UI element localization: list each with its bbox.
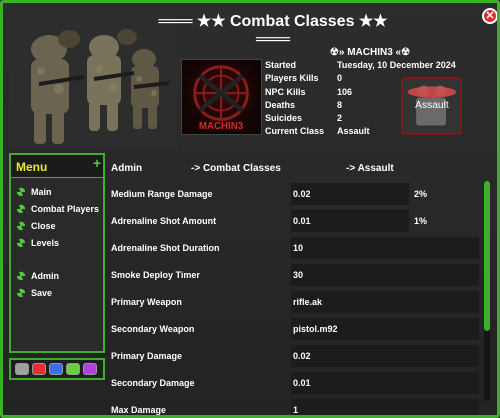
setting-label: Secondary Damage [111,378,195,388]
setting-input[interactable] [291,399,479,415]
menu-item-label: Levels [31,238,60,248]
stat-row: Started Tuesday, 10 December 2024 [265,60,465,73]
settings-row: Smoke Deploy Timer 30 [109,262,481,287]
player-avatar: MACHIN3 [181,59,262,135]
class-badge-text: Assault [415,100,449,111]
menu-title: Menu [16,160,48,174]
color-swatches [9,358,105,380]
setting-label: Secondary Weapon [111,324,195,334]
settings-row: Adrenaline Shot Duration 10 [109,235,481,260]
swatch-green[interactable] [66,363,80,375]
settings-row: Primary Damage 0.02 [109,343,481,368]
avatar-text: MACHIN3 [199,121,244,132]
stat-key: Suicides [265,113,303,124]
setting-percent: 1% [414,216,428,226]
breadcrumb-assault: -> Assault [346,163,394,174]
combat-classes-window: ═══ ★★ Combat Classes ★★ ═══ ✕ MACHIN3 ☢… [0,0,500,418]
setting-label: Primary Damage [111,351,183,361]
soldiers-image [9,9,177,149]
setting-value: rifle.ak [293,297,323,307]
stat-key: Deaths [265,99,296,110]
settings-row: Secondary Weapon pistol.m92 [109,316,481,341]
radiation-icon [16,288,26,298]
menu-item-save[interactable]: Save [16,287,102,301]
setting-label: Medium Range Damage [111,189,213,199]
setting-input[interactable] [291,237,479,259]
setting-value: 0.02 [293,189,311,199]
setting-value: 0.01 [293,378,311,388]
setting-label: Adrenaline Shot Amount [111,216,217,226]
radiation-icon [16,204,26,214]
breadcrumb: Admin -> Combat Classes -> Assault [111,163,479,179]
scrollbar[interactable] [484,181,490,401]
class-badge: Assault [401,77,462,135]
setting-input[interactable] [291,372,479,394]
menu-item-combat-players[interactable]: Combat Players [16,203,102,217]
setting-percent: 2% [414,189,428,199]
settings-row: Secondary Damage 0.01 [109,370,481,395]
stat-key: Current Class [265,126,325,137]
settings-row: Medium Range Damage 0.02 2% [109,181,481,206]
setting-input[interactable] [291,264,479,286]
stat-key: Players Kills [265,73,319,84]
stat-key: Started [265,60,297,70]
menu-item-close[interactable]: Close [16,220,102,234]
radiation-icon [16,271,26,281]
setting-value: 0.01 [293,216,311,226]
stat-value: 106 [337,86,353,97]
settings-row: Adrenaline Shot Amount 0.01 1% [109,208,481,233]
swatch-gray[interactable] [15,363,29,375]
stat-value: 0 [337,73,343,84]
menu-header: Menu + [11,155,103,178]
stat-value: 8 [337,99,343,110]
stat-value: Assault [337,126,370,137]
setting-label: Primary Weapon [111,297,182,307]
menu-item-label: Admin [31,271,59,281]
menu-item-main[interactable]: Main [16,186,102,200]
setting-label: Adrenaline Shot Duration [111,243,220,253]
setting-value: 10 [293,243,304,253]
window-title: ═══ ★★ Combat Classes ★★ ═══ [158,13,388,48]
setting-value: 1 [293,405,299,415]
menu-item-admin[interactable]: Admin [16,270,102,284]
radiation-icon [16,187,26,197]
menu-item-levels[interactable]: Levels [16,237,102,251]
menu-item-label: Close [31,221,56,231]
breadcrumb-combat-classes[interactable]: -> Combat Classes [191,163,281,174]
setting-value: 0.02 [293,351,311,361]
stat-key: NPC Kills [265,86,306,97]
swatch-blue[interactable] [49,363,63,375]
menu-item-label: Combat Players [31,204,100,214]
menu-item-label: Save [31,288,53,298]
radiation-icon [16,221,26,231]
settings-list: Medium Range Damage 0.02 2% Adrenaline S… [109,181,481,415]
breadcrumb-admin[interactable]: Admin [111,163,142,174]
menu-item-label: Main [31,187,52,197]
setting-label: Max Damage [111,405,167,415]
setting-value: 30 [293,270,304,280]
player-name: ☢» MACHIN3 «☢ [329,47,411,58]
menu-add-button[interactable]: + [93,155,101,171]
setting-input[interactable] [291,345,479,367]
setting-value: pistol.m92 [293,324,338,334]
close-button[interactable]: ✕ [482,8,497,24]
stat-value: 2 [337,113,343,124]
settings-row: Max Damage 1 [109,397,481,415]
side-menu: Menu + Main Combat Players Close Levels … [9,153,105,353]
scroll-thumb[interactable] [484,181,490,331]
settings-row: Primary Weapon rifle.ak [109,289,481,314]
swatch-purple[interactable] [83,363,97,375]
swatch-red[interactable] [32,363,46,375]
radiation-icon [16,238,26,248]
stat-value: Tuesday, 10 December 2024 [337,60,456,70]
setting-label: Smoke Deploy Timer [111,270,200,280]
